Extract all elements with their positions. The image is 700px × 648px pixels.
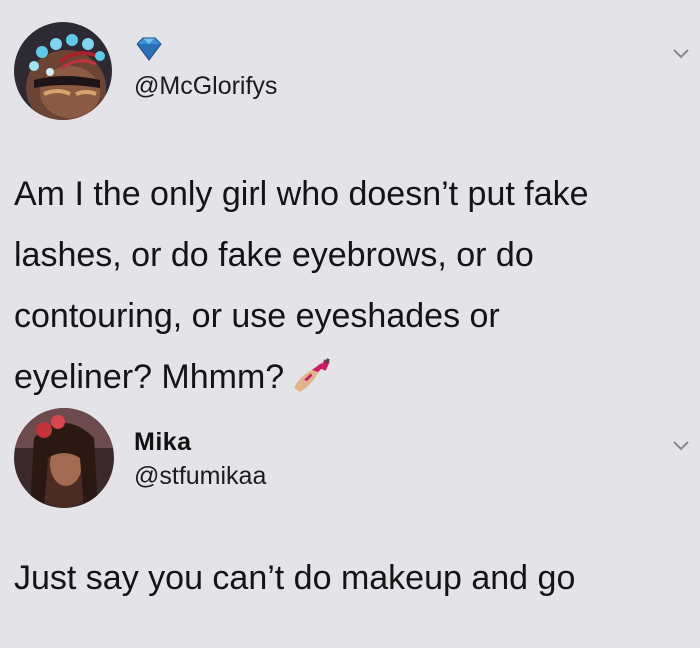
tweet-text-line: lashes, or do fake eyebrows, or do [14,236,534,274]
user-handle[interactable]: @McGlorifys [134,72,277,101]
tweet-text-line: eyeliner? Mhmm? [14,358,285,396]
avatar-image [14,408,114,508]
tweet-text-line-last: eyeliner? Mhmm? [14,347,694,408]
tweet-text-line: contouring, or use eyeshades or [14,297,500,335]
avatar[interactable] [14,22,112,120]
diamond-icon [136,37,162,61]
user-handle[interactable]: @stfumikaa [134,462,266,491]
tweet-text: Just say you can’t do makeup and go [14,556,694,600]
avatar[interactable] [14,408,114,508]
tweet-reply[interactable]: Mika @stfumikaa Just say you can’t do ma… [0,400,700,648]
avatar-image [14,22,112,120]
tweet-text-line: Just say you can’t do makeup and go [14,559,576,597]
chevron-down-icon[interactable] [672,48,690,60]
tweet-text-line: Am I the only girl who doesn’t put fake [14,175,589,213]
display-name[interactable]: Mika [134,428,192,457]
chevron-down-icon[interactable] [672,440,690,452]
tweet-text: Am I the only girl who doesn’t put fake … [14,164,694,408]
nail-polish-emoji-icon [294,358,330,392]
tweet-original[interactable]: @McGlorifys Am I the only girl who doesn… [0,0,700,400]
